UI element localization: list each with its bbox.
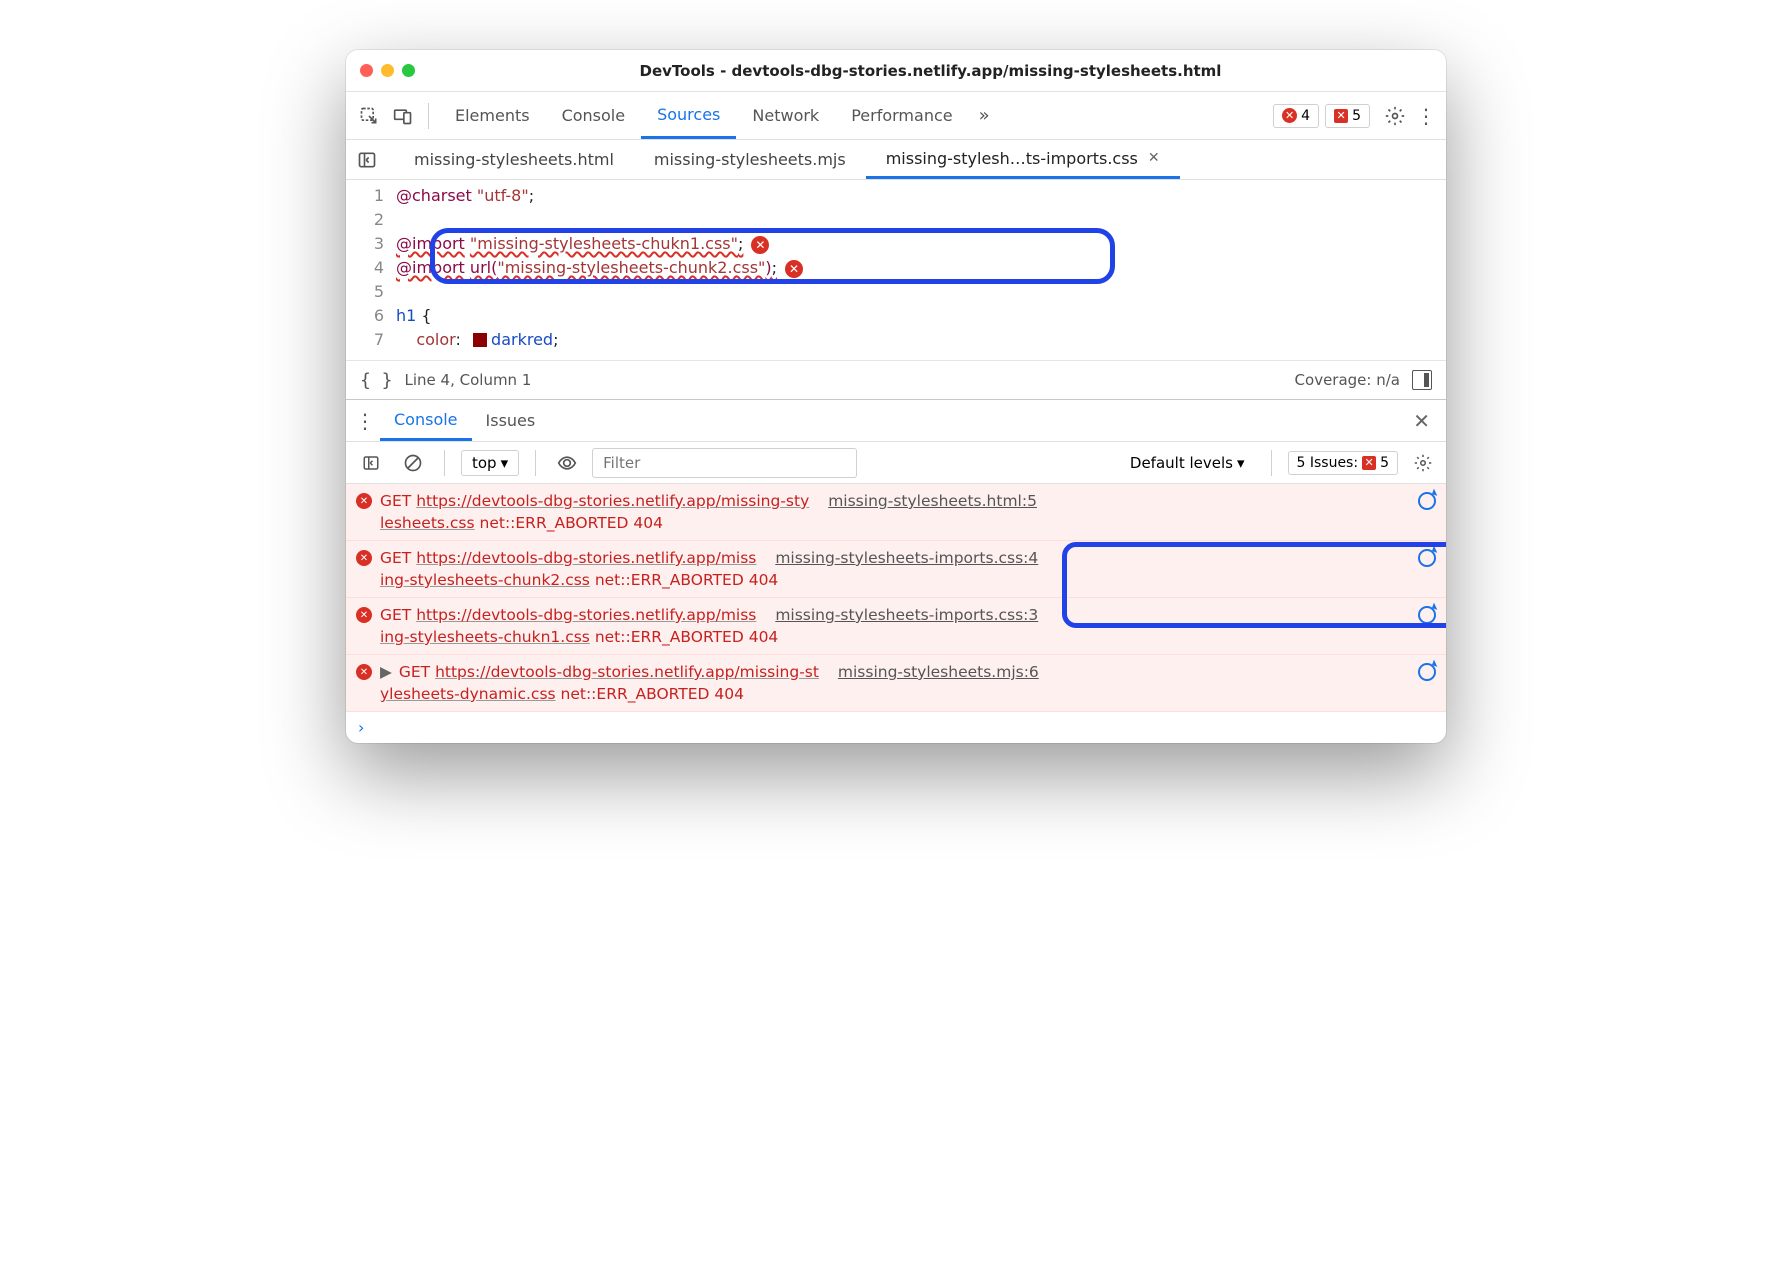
- drawer-tabstrip: ⋮ Console Issues ✕: [346, 400, 1446, 442]
- error-icon: ✕: [356, 493, 372, 509]
- tab-console[interactable]: Console: [546, 92, 642, 139]
- disclosure-triangle-icon[interactable]: ▶: [380, 663, 397, 681]
- drawer-menu-icon[interactable]: ⋮: [350, 406, 380, 436]
- error-icon: ✕: [356, 664, 372, 680]
- source-link[interactable]: missing-stylesheets.mjs:6: [838, 663, 1039, 681]
- maximize-window-button[interactable]: [402, 64, 415, 77]
- console-prompt[interactable]: ›: [346, 712, 1446, 743]
- line-gutter: 1 2 3 4 5 6 7: [346, 184, 396, 352]
- clear-console-icon[interactable]: [398, 448, 428, 478]
- minimize-window-button[interactable]: [381, 64, 394, 77]
- settings-gear-icon[interactable]: [1380, 101, 1410, 131]
- navigator-toggle-icon[interactable]: [350, 145, 384, 175]
- code-editor[interactable]: 1 2 3 4 5 6 7 @charset "utf-8"; @import …: [346, 180, 1446, 360]
- main-toolbar: Elements Console Sources Network Perform…: [346, 92, 1446, 140]
- coverage-label: Coverage: n/a: [1295, 371, 1400, 389]
- file-tab-mjs[interactable]: missing-stylesheets.mjs: [634, 140, 866, 179]
- color-swatch-icon[interactable]: [473, 333, 487, 347]
- cursor-position: Line 4, Column 1: [405, 371, 532, 389]
- close-tab-icon[interactable]: ✕: [1148, 150, 1160, 166]
- console-sidebar-toggle-icon[interactable]: [354, 448, 388, 478]
- tab-network[interactable]: Network: [736, 92, 835, 139]
- console-messages: ✕ GET https://devtools-dbg-stories.netli…: [346, 484, 1446, 743]
- error-counters[interactable]: ✕4 ✕5: [1273, 104, 1370, 128]
- source-link[interactable]: missing-stylesheets-imports.css:3: [775, 606, 1038, 624]
- window-title: DevTools - devtools-dbg-stories.netlify.…: [429, 62, 1432, 80]
- chevron-down-icon: ▾: [501, 454, 509, 472]
- tab-performance[interactable]: Performance: [835, 92, 968, 139]
- titlebar: DevTools - devtools-dbg-stories.netlify.…: [346, 50, 1446, 92]
- console-settings-gear-icon[interactable]: [1408, 448, 1438, 478]
- more-tabs-icon[interactable]: »: [969, 105, 1000, 126]
- live-expression-icon[interactable]: [552, 448, 582, 478]
- console-error-row[interactable]: ✕ ▶ GET https://devtools-dbg-stories.net…: [346, 655, 1446, 712]
- panel-tabstrip: Elements Console Sources Network Perform…: [439, 92, 1269, 139]
- editor-statusbar: { } Line 4, Column 1 Coverage: n/a: [346, 360, 1446, 400]
- device-mode-icon[interactable]: [388, 101, 418, 131]
- error-count-badge[interactable]: ✕4: [1273, 104, 1319, 128]
- context-select[interactable]: top ▾: [461, 450, 519, 476]
- file-tab-css[interactable]: missing-stylesh…ts-imports.css✕: [866, 140, 1180, 179]
- toolbar-divider: [428, 103, 429, 129]
- highlight-annotation: [430, 228, 1115, 284]
- tab-sources[interactable]: Sources: [641, 92, 736, 139]
- inspect-icon[interactable]: [354, 101, 384, 131]
- error-icon: ✕: [356, 550, 372, 566]
- error-icon: ✕: [356, 607, 372, 623]
- close-window-button[interactable]: [360, 64, 373, 77]
- log-levels-select[interactable]: Default levels ▾: [1120, 451, 1255, 475]
- issue-icon: ✕: [1362, 456, 1376, 470]
- sidebar-toggle-icon[interactable]: [1412, 370, 1432, 390]
- refresh-icon[interactable]: [1418, 492, 1436, 510]
- issues-button[interactable]: 5 Issues: ✕ 5: [1288, 451, 1399, 475]
- source-link[interactable]: missing-stylesheets.html:5: [828, 492, 1037, 510]
- console-error-row[interactable]: ✕ GET https://devtools-dbg-stories.netli…: [346, 484, 1446, 541]
- file-tabstrip: missing-stylesheets.html missing-stylesh…: [346, 140, 1446, 180]
- format-braces-icon[interactable]: { }: [360, 370, 393, 391]
- file-tab-html[interactable]: missing-stylesheets.html: [394, 140, 634, 179]
- refresh-icon[interactable]: [1418, 663, 1436, 681]
- chevron-down-icon: ▾: [1237, 454, 1245, 472]
- drawer-close-icon[interactable]: ✕: [1401, 409, 1442, 433]
- drawer-tab-issues[interactable]: Issues: [472, 400, 550, 441]
- source-link[interactable]: missing-stylesheets-imports.css:4: [775, 549, 1038, 567]
- devtools-window: DevTools - devtools-dbg-stories.netlify.…: [346, 50, 1446, 743]
- filter-input[interactable]: [592, 448, 857, 478]
- drawer-tab-console[interactable]: Console: [380, 400, 472, 441]
- traffic-lights: [360, 64, 415, 77]
- tab-elements[interactable]: Elements: [439, 92, 546, 139]
- console-toolbar: top ▾ Default levels ▾ 5 Issues: ✕ 5: [346, 442, 1446, 484]
- highlight-annotation: [1062, 542, 1446, 628]
- warning-count-badge[interactable]: ✕5: [1325, 104, 1370, 128]
- kebab-menu-icon[interactable]: ⋮: [1414, 101, 1438, 131]
- error-icon: ✕: [1282, 108, 1297, 123]
- issue-icon: ✕: [1334, 109, 1348, 123]
